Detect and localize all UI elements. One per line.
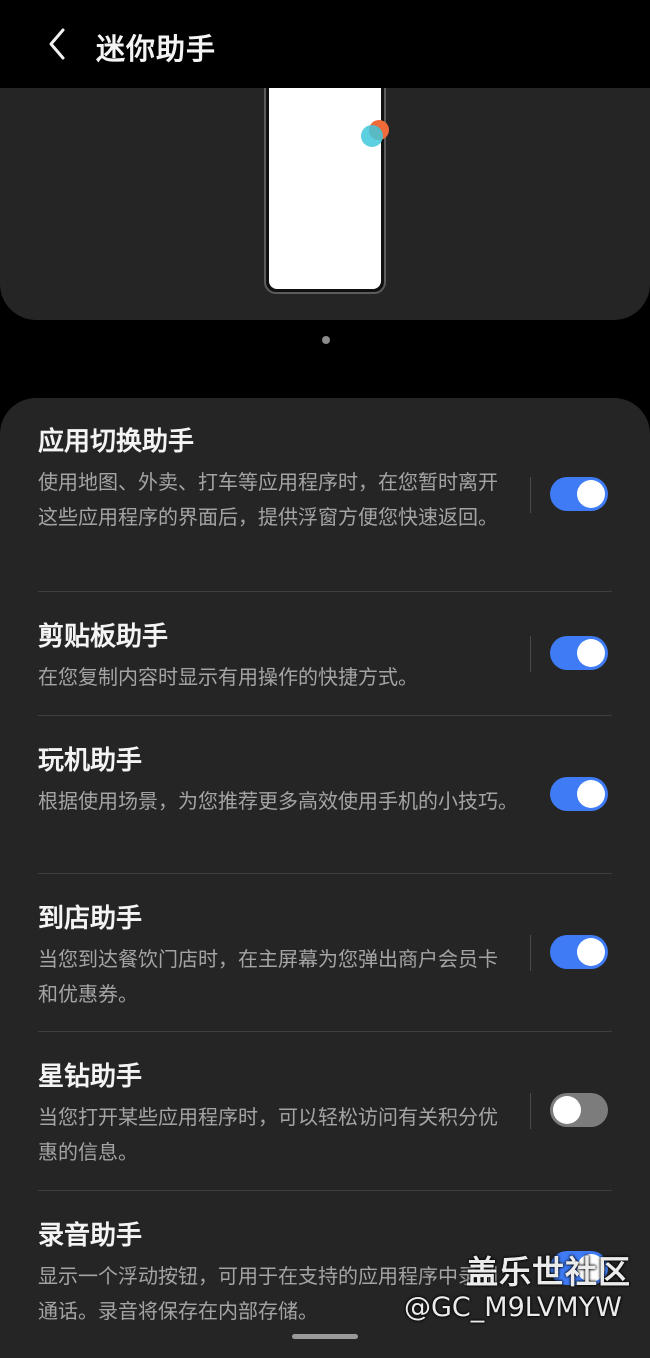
phone-preview: [264, 88, 389, 294]
setting-title: 星钻助手: [38, 1062, 143, 1092]
divider: [38, 591, 612, 592]
chevron-left-icon: [49, 28, 65, 60]
header: 迷你助手: [0, 0, 650, 88]
setting-description: 当您打开某些应用程序时，可以轻松访问有关积分优惠的信息。: [38, 1105, 498, 1164]
preview-card: [0, 88, 650, 320]
setting-item-store[interactable]: 到店助手 当您到达餐饮门店时，在主屏幕为您弹出商户会员卡和优惠券。: [38, 902, 612, 1012]
toggle-knob: [577, 780, 605, 808]
page-title: 迷你助手: [96, 32, 217, 66]
home-indicator[interactable]: [292, 1334, 358, 1339]
setting-description: 使用地图、外卖、打车等应用程序时，在您暂时离开这些应用程序的界面后，提供浮窗方便…: [38, 470, 498, 529]
divider: [38, 873, 612, 874]
phone-preview-screen: [269, 88, 389, 289]
setting-description: 当您到达餐饮门店时，在主屏幕为您弹出商户会员卡和优惠券。: [38, 947, 498, 1006]
separator: [530, 636, 531, 672]
setting-item-points[interactable]: 星钻助手 当您打开某些应用程序时，可以轻松访问有关积分优惠的信息。: [38, 1060, 612, 1170]
toggle-knob: [577, 639, 605, 667]
watermark-user: @GC_M9LVMYW: [404, 1292, 622, 1323]
page-indicator-dot: [322, 336, 330, 344]
divider: [38, 1031, 612, 1032]
setting-title: 应用切换助手: [38, 427, 195, 457]
toggle-clipboard[interactable]: [550, 636, 608, 670]
toggle-tips[interactable]: [550, 777, 608, 811]
toggle-knob: [577, 480, 605, 508]
setting-title: 到店助手: [38, 904, 143, 934]
setting-title: 玩机助手: [38, 746, 143, 776]
setting-description: 在您复制内容时显示有用操作的快捷方式。: [38, 665, 418, 689]
separator: [530, 1093, 531, 1129]
setting-item-clipboard[interactable]: 剪贴板助手 在您复制内容时显示有用操作的快捷方式。: [38, 620, 612, 695]
divider: [38, 1190, 612, 1191]
back-button[interactable]: [36, 24, 76, 64]
toggle-points[interactable]: [550, 1093, 608, 1127]
setting-description: 根据使用场景，为您推荐更多高效使用手机的小技巧。: [38, 789, 518, 813]
toggle-app-switch[interactable]: [550, 477, 608, 511]
setting-item-app-switch[interactable]: 应用切换助手 使用地图、外卖、打车等应用程序时，在您暂时离开这些应用程序的界面后…: [38, 425, 612, 535]
settings-card: [0, 398, 650, 1358]
toggle-knob: [553, 1096, 581, 1124]
setting-item-tips[interactable]: 玩机助手 根据使用场景，为您推荐更多高效使用手机的小技巧。: [38, 744, 612, 819]
toggle-knob: [577, 938, 605, 966]
separator: [530, 477, 531, 513]
divider: [38, 715, 612, 716]
separator: [530, 935, 531, 971]
floating-bubble-secondary-icon: [361, 125, 383, 147]
toggle-store[interactable]: [550, 935, 608, 969]
setting-title: 剪贴板助手: [38, 622, 169, 652]
watermark-brand: 盖乐世社区: [466, 1253, 632, 1291]
